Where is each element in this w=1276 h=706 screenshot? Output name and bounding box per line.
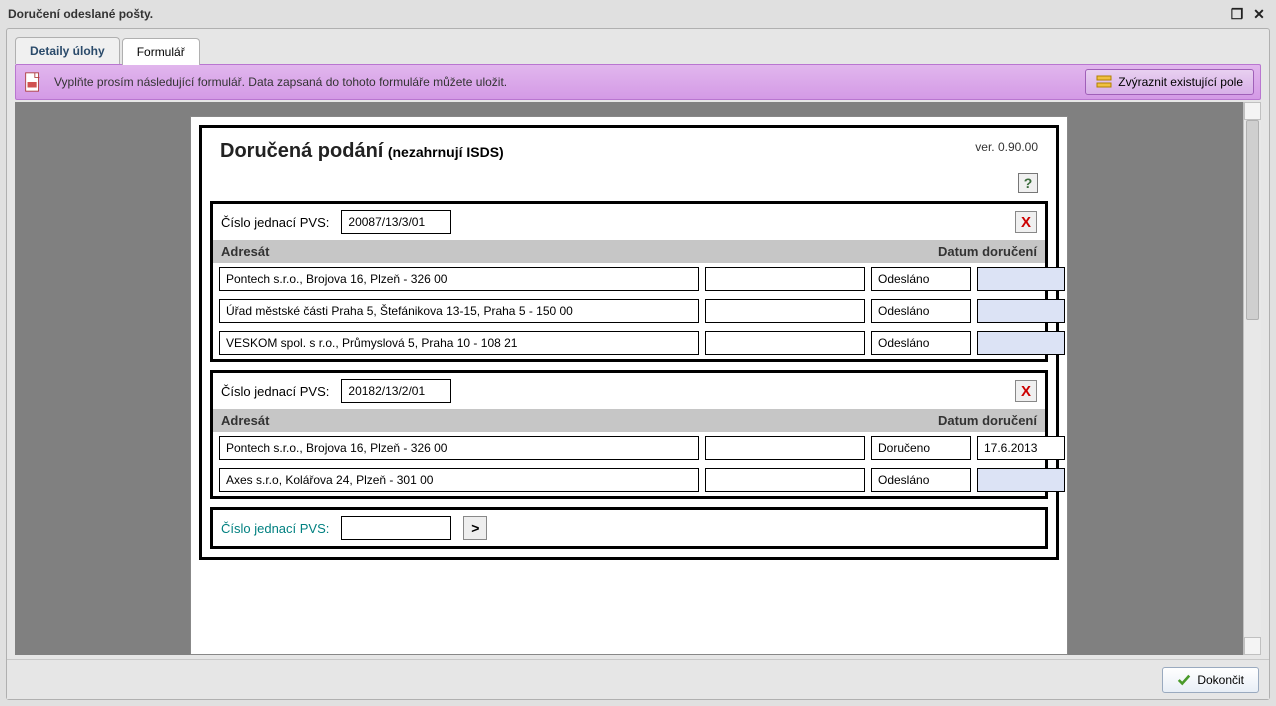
highlight-label: Zvýraznit existující pole [1118,75,1243,89]
aux-input[interactable] [705,468,865,492]
status-input[interactable] [871,267,971,291]
label-cj: Číslo jednací PVS: [221,215,329,230]
highlight-icon [1096,74,1112,90]
section-2: Číslo jednací PVS: X Adresát Datum doruč… [210,370,1048,499]
date-input[interactable] [977,331,1065,355]
version-label: ver. 0.90.00 [975,140,1038,154]
done-button[interactable]: Dokončit [1162,667,1259,693]
aux-input[interactable] [705,331,865,355]
aux-input[interactable] [705,436,865,460]
adresat-input[interactable] [219,436,699,460]
status-input[interactable] [871,468,971,492]
aux-input[interactable] [705,267,865,291]
window-title: Doručení odeslané pošty. [8,7,153,21]
date-input[interactable] [977,468,1065,492]
tab-details[interactable]: Detaily úlohy [15,37,120,64]
footer: Dokončit [7,659,1269,699]
titlebar: Doručení odeslané pošty. ❐ ✕ [0,0,1276,28]
table-row [213,327,1045,359]
adresat-input[interactable] [219,468,699,492]
table-row [213,295,1045,327]
col-datum: Datum doručení [917,413,1037,428]
col-datum: Datum doručení [917,244,1037,259]
info-banner: Vyplňte prosím následující formulář. Dat… [15,64,1261,100]
status-input[interactable] [871,436,971,460]
maximize-icon[interactable]: ❐ [1228,5,1246,23]
col-adresat: Adresát [221,244,917,259]
table-row [213,432,1045,464]
close-icon[interactable]: ✕ [1250,5,1268,23]
col-adresat: Adresát [221,413,917,428]
tab-bar: Detaily úlohy Formulář [7,29,1269,64]
form-page: Doručená podání (nezahrnují ISDS) ver. 0… [190,116,1068,655]
add-section-button[interactable]: > [463,516,487,540]
highlight-fields-button[interactable]: Zvýraznit existující pole [1085,69,1254,95]
check-icon [1177,673,1191,687]
remove-section-button[interactable]: X [1015,211,1037,233]
section-new: Číslo jednací PVS: > [210,507,1048,549]
date-input[interactable] [977,436,1065,460]
adresat-input[interactable] [219,299,699,323]
scroll-thumb[interactable] [1246,120,1259,320]
adresat-input[interactable] [219,331,699,355]
remove-section-button[interactable]: X [1015,380,1037,402]
table-row [213,263,1045,295]
label-cj: Číslo jednací PVS: [221,384,329,399]
adresat-input[interactable] [219,267,699,291]
input-cj-new[interactable] [341,516,451,540]
vertical-scrollbar[interactable] [1243,102,1261,655]
page-title: Doručená podání [220,140,383,162]
section-1: Číslo jednací PVS: X Adresát Datum doruč… [210,201,1048,362]
label-cj-new: Číslo jednací PVS: [221,521,329,536]
date-input[interactable] [977,267,1065,291]
banner-message: Vyplňte prosím následující formulář. Dat… [54,75,1085,89]
date-input[interactable] [977,299,1065,323]
tab-form[interactable]: Formulář [122,38,200,65]
status-input[interactable] [871,299,971,323]
scroll-down-button[interactable] [1244,637,1261,655]
page-subtitle: (nezahrnují ISDS) [388,144,504,160]
aux-input[interactable] [705,299,865,323]
done-label: Dokončit [1197,673,1244,687]
input-cj-1[interactable] [341,210,451,234]
input-cj-2[interactable] [341,379,451,403]
table-row [213,464,1045,496]
status-input[interactable] [871,331,971,355]
help-button[interactable]: ? [1018,173,1038,193]
pdf-icon [22,71,44,93]
scroll-up-button[interactable] [1244,102,1261,120]
